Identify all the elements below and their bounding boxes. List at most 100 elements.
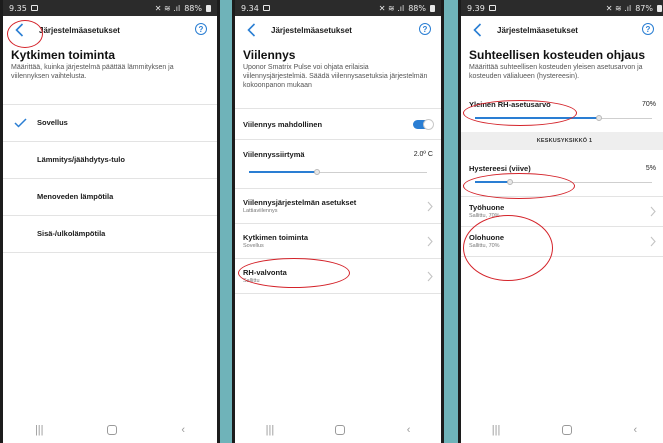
chevron-right-icon [427, 201, 433, 212]
cooling-enabled-row: Viilennys mahdollinen [235, 109, 441, 139]
back-icon[interactable] [243, 21, 259, 39]
cooling-enabled-toggle[interactable] [413, 118, 434, 130]
item-label: RH-valvonta [243, 268, 287, 278]
android-nav-bar: ||| ‹ [461, 417, 663, 443]
help-icon[interactable]: ? [419, 23, 431, 35]
battery-icon [206, 4, 211, 12]
page-description: Määrittää suhteellisen kosteuden yleisen… [469, 64, 643, 80]
page-description: Määrittää, kuinka järjestelmä päättää lä… [11, 64, 174, 80]
battery-level: 87% [635, 3, 653, 13]
page-description: Uponor Smatrix Pulse voi ohjata erilaisi… [243, 64, 428, 89]
room-sublabel: Sallittu, 70% [469, 213, 500, 219]
rh-monitoring-item[interactable]: RH-valvonta Sallittu [235, 259, 441, 295]
page-heading: Viilennys [243, 48, 296, 62]
slider-thumb[interactable] [313, 169, 320, 176]
option-heating-cooling-input[interactable]: Lämmitys/jäähdytys-tulo [3, 142, 217, 179]
rh-setpoint-label: Yleinen RH-asetusarvo [469, 100, 551, 109]
home-icon[interactable] [335, 425, 346, 435]
back-icon[interactable] [11, 21, 27, 39]
status-bar: 9.34 ✕ ≋ .ıl 88% [235, 0, 441, 16]
recent-apps-icon[interactable]: ||| [492, 424, 501, 436]
page-heading: Kytkimen toiminta [11, 48, 116, 62]
battery-icon [657, 4, 662, 12]
room-label: Olohuone [469, 233, 504, 242]
option-supply-water-temperature[interactable]: Menoveden lämpötila [3, 179, 217, 216]
back-icon[interactable] [469, 21, 485, 39]
home-icon[interactable] [561, 425, 572, 435]
slider-thumb[interactable] [595, 114, 602, 121]
chevron-right-icon [650, 236, 656, 247]
cooling-system-settings-item[interactable]: Viilennysjärjestelmän asetukset Lattiavi… [235, 189, 441, 225]
item-sublabel: Lattiaviilennys [243, 208, 278, 215]
cooling-offset-label: Viilennyssiirtymä [243, 149, 305, 159]
room-item-study[interactable]: Työhuone Sallittu, 70% [461, 197, 663, 227]
item-sublabel: Sovellus [243, 243, 264, 250]
android-nav-bar: ||| ‹ [235, 417, 441, 443]
rh-setpoint-row: Yleinen RH-asetusarvo 70% [461, 96, 663, 114]
cooling-offset-row: Viilennyssiirtymä 2.0º C [235, 140, 441, 168]
page-heading: Suhteellisen kosteuden ohjaus [469, 48, 646, 62]
rh-setpoint-value: 70% [641, 101, 656, 108]
slider-thumb[interactable] [507, 178, 514, 185]
home-icon[interactable] [107, 425, 118, 435]
item-sublabel: Sallittu [243, 278, 260, 285]
cooling-offset-value: 2.0º C [413, 150, 433, 158]
phone-screen-humidity-control: 9.39 ✕ ≋ .ıl 87% Järjestelmäasetukset ? … [458, 0, 663, 443]
status-time: 9.39 [467, 3, 485, 13]
screen-title: Järjestelmäasetukset [271, 25, 352, 35]
check-icon [3, 117, 37, 128]
phone-screen-cooling: 9.34 ✕ ≋ .ıl 88% Järjestelmäasetukset ? … [232, 0, 444, 443]
chevron-right-icon [427, 271, 433, 282]
cooling-offset-slider[interactable] [249, 168, 427, 178]
rh-setpoint-slider[interactable] [475, 114, 652, 124]
nav-back-icon[interactable]: ‹ [634, 424, 638, 436]
gallery-icon [262, 5, 270, 11]
top-bar: Järjestelmäasetukset ? [3, 16, 217, 44]
screen-title: Järjestelmäasetukset [39, 25, 120, 35]
signal-icons: ✕ ≋ .ıl [378, 3, 405, 13]
item-label: Viilennysjärjestelmän asetukset [243, 198, 357, 208]
battery-icon [430, 4, 435, 12]
signal-icons: ✕ ≋ .ıl [154, 3, 181, 13]
option-label: Sisä-/ulkolämpötila [37, 229, 106, 238]
android-nav-bar: ||| ‹ [3, 417, 217, 443]
recent-apps-icon[interactable]: ||| [35, 424, 44, 436]
signal-icons: ✕ ≋ .ıl [605, 3, 632, 13]
nav-back-icon[interactable]: ‹ [407, 424, 411, 436]
room-sublabel: Sallittu, 70% [469, 243, 500, 249]
cooling-enabled-label: Viilennys mahdollinen [243, 119, 323, 129]
room-label: Työhuone [469, 203, 505, 212]
item-label: Kytkimen toiminta [243, 233, 309, 243]
status-bar: 9.39 ✕ ≋ .ıl 87% [461, 0, 663, 16]
gallery-icon [488, 5, 496, 11]
phone-screen-switch-function: 9.35 ✕ ≋ .ıl 88% Järjestelmäasetukset ? … [0, 0, 220, 443]
gallery-icon [30, 5, 38, 11]
hysteresis-value: 5% [645, 165, 656, 172]
top-bar: Järjestelmäasetukset ? [235, 16, 441, 44]
hysteresis-slider[interactable] [475, 178, 652, 188]
help-icon[interactable]: ? [195, 23, 207, 35]
option-label: Menoveden lämpötila [37, 192, 114, 201]
chevron-right-icon [650, 206, 656, 217]
option-label: Lämmitys/jäähdytys-tulo [37, 155, 125, 164]
hysteresis-label: Hystereesi (viive) [469, 164, 531, 173]
recent-apps-icon[interactable]: ||| [266, 424, 275, 436]
option-indoor-outdoor-temperature[interactable]: Sisä-/ulkolämpötila [3, 216, 217, 253]
screen-title: Järjestelmäasetukset [497, 25, 578, 35]
nav-back-icon[interactable]: ‹ [181, 424, 185, 436]
status-bar: 9.35 ✕ ≋ .ıl 88% [3, 0, 217, 16]
status-time: 9.35 [9, 3, 27, 13]
section-header: KESKUSYKSIKKÖ 1 [461, 131, 663, 150]
top-bar: Järjestelmäasetukset ? [461, 16, 663, 44]
battery-level: 88% [184, 3, 202, 13]
battery-level: 88% [408, 3, 426, 13]
help-icon[interactable]: ? [642, 23, 654, 35]
chevron-right-icon [427, 236, 433, 247]
switch-options-list: Sovellus Lämmitys/jäähdytys-tulo Menoved… [3, 103, 217, 253]
switch-function-item[interactable]: Kytkimen toiminta Sovellus [235, 224, 441, 260]
option-label: Sovellus [37, 118, 68, 127]
room-item-living-room[interactable]: Olohuone Sallittu, 70% [461, 227, 663, 257]
option-application[interactable]: Sovellus [3, 105, 217, 142]
hysteresis-row: Hystereesi (viive) 5% [461, 160, 663, 178]
status-time: 9.34 [241, 3, 259, 13]
